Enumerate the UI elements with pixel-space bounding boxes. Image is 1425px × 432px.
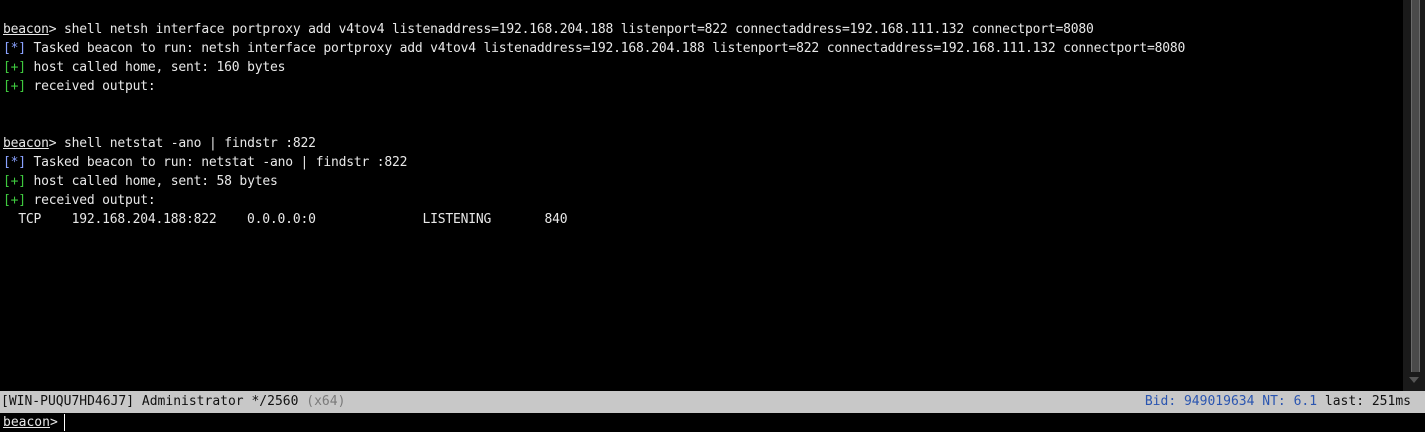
console-line: [+] received output: xyxy=(3,77,1403,96)
console-line-text: Tasked beacon to run: netsh interface po… xyxy=(25,41,1186,56)
console-success-tag: [+] xyxy=(3,60,26,75)
status-process: */2560 xyxy=(251,394,299,409)
console-line-text: host called home, sent: 58 bytes xyxy=(25,174,278,189)
console-success-tag: [+] xyxy=(3,193,26,208)
console-line: [*] Tasked beacon to run: netstat -ano |… xyxy=(3,153,1403,172)
console-success-tag: [+] xyxy=(3,174,26,189)
console-line-text: TCP 192.168.204.188:822 0.0.0.0:0 LISTEN… xyxy=(3,212,568,227)
status-user: Administrator xyxy=(141,394,244,409)
status-bid-value: 949019634 xyxy=(1183,394,1255,409)
status-host: [WIN-PUQU7HD46J7] xyxy=(1,394,135,409)
status-bid-label: Bid: xyxy=(1144,394,1177,409)
console-line-text: shell netstat -ano | findstr :822 xyxy=(56,136,316,151)
console-line-text: received output: xyxy=(25,193,156,208)
console-line: [+] host called home, sent: 58 bytes xyxy=(3,172,1403,191)
console-line: [+] host called home, sent: 160 bytes xyxy=(3,58,1403,77)
console-line: [+] received output: xyxy=(3,191,1403,210)
console-output-pane[interactable]: beacon> shell netsh interface portproxy … xyxy=(0,0,1403,391)
command-input-line: beacon> xyxy=(0,413,1425,432)
input-prompt-sep: > xyxy=(49,415,58,430)
console-task-tag: [*] xyxy=(3,155,26,170)
console-line: TCP 192.168.204.188:822 0.0.0.0:0 LISTEN… xyxy=(3,210,1403,229)
console-line-text: shell netsh interface portproxy add v4to… xyxy=(56,22,1094,37)
status-right-group: Bid: 949019634 NT: 6.1 last: 251ms xyxy=(1145,391,1411,413)
console-success-tag: [+] xyxy=(3,79,26,94)
console-prompt-word: beacon xyxy=(3,136,49,151)
console-task-tag: [*] xyxy=(3,41,26,56)
scrollbar-thumb[interactable] xyxy=(1411,0,1420,372)
status-last-value: 251ms xyxy=(1371,394,1411,409)
beacon-status-bar: [WIN-PUQU7HD46J7] Administrator */2560 (… xyxy=(0,391,1425,413)
scroll-down-arrow-icon[interactable] xyxy=(1409,377,1419,383)
console-prompt-word: beacon xyxy=(3,22,49,37)
console-scrollbar[interactable] xyxy=(1403,0,1425,391)
console-line: beacon> shell netsh interface portproxy … xyxy=(3,20,1403,39)
console-line-text: Tasked beacon to run: netstat -ano | fin… xyxy=(25,155,408,170)
status-left-group: [WIN-PUQU7HD46J7] Administrator */2560 (… xyxy=(1,391,345,413)
status-nt-value: 6.1 xyxy=(1293,394,1318,409)
console-line: beacon> shell netstat -ano | findstr :82… xyxy=(3,134,1403,153)
status-last-label: last: xyxy=(1324,394,1365,409)
console-line-text: host called home, sent: 160 bytes xyxy=(25,60,286,75)
console-output-list: beacon> shell netsh interface portproxy … xyxy=(3,20,1403,229)
status-nt-label: NT: xyxy=(1262,394,1286,409)
input-prompt-word: beacon xyxy=(3,415,50,430)
console-line-text: received output: xyxy=(25,79,156,94)
console-line: [*] Tasked beacon to run: netsh interfac… xyxy=(3,39,1403,58)
status-arch: (x64) xyxy=(306,394,346,409)
input-prompt: beacon> xyxy=(3,413,58,432)
command-input[interactable] xyxy=(64,414,1415,431)
